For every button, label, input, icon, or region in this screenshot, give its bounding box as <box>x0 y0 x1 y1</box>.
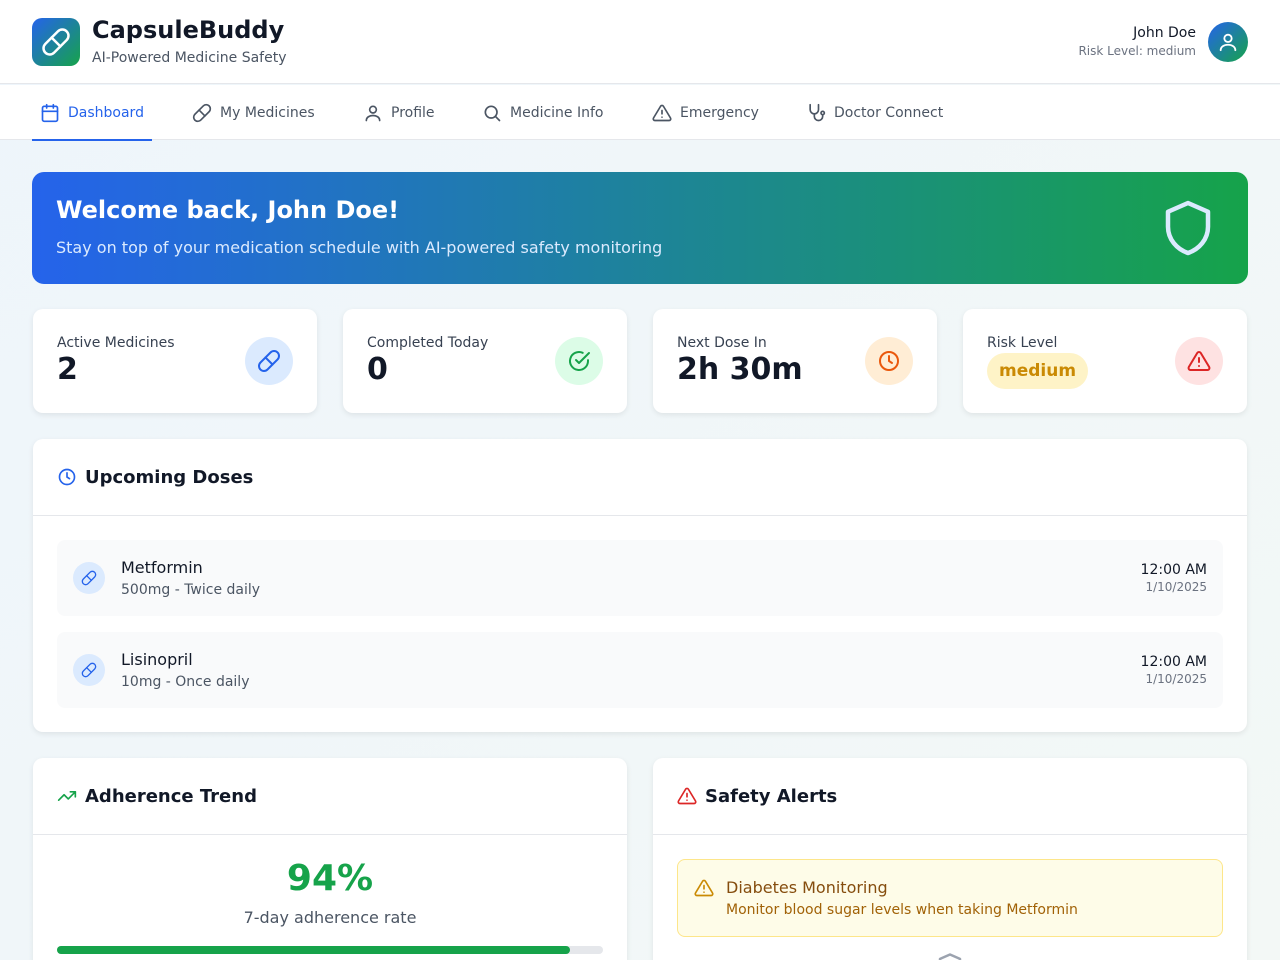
tab-label: Dashboard <box>68 104 144 121</box>
app-logo[interactable] <box>32 18 80 66</box>
tab-emergency[interactable]: Emergency <box>652 85 759 140</box>
dose-date: 1/10/2025 <box>1145 580 1207 594</box>
tab-label: Medicine Info <box>510 104 604 121</box>
dose-date: 1/10/2025 <box>1145 672 1207 686</box>
shield-icon <box>1165 200 1211 256</box>
tab-label: Emergency <box>680 104 759 121</box>
stat-value: 0 <box>367 352 388 387</box>
alert-item[interactable]: Diabetes Monitoring Monitor blood sugar … <box>677 859 1223 937</box>
warning-icon <box>1187 350 1211 371</box>
panel-header: Upcoming Doses <box>33 439 1247 516</box>
welcome-banner: Welcome back, John Doe! Stay on top of y… <box>32 172 1248 284</box>
welcome-subtitle: Stay on top of your medication schedule … <box>56 238 663 257</box>
tab-label: My Medicines <box>220 104 315 121</box>
stat-value: 2h 30m <box>677 352 803 387</box>
check-circle-icon <box>569 351 590 371</box>
stat-icon-wrap <box>245 337 293 385</box>
stat-card-next-dose: Next Dose In 2h 30m <box>653 309 937 413</box>
stat-card-risk-level: Risk Level medium <box>963 309 1247 413</box>
panel-header: Adherence Trend <box>33 758 627 835</box>
panel-title: Safety Alerts <box>705 785 838 807</box>
dose-time: 12:00 AM <box>1140 562 1207 578</box>
pill-icon <box>192 103 212 122</box>
dose-time: 12:00 AM <box>1140 654 1207 670</box>
calendar-icon <box>41 103 59 122</box>
trending-up-icon <box>57 791 77 801</box>
adherence-progress-fill <box>57 946 571 954</box>
user-icon <box>1219 33 1237 52</box>
dose-icon-wrap <box>73 562 105 594</box>
adherence-panel: Adherence Trend 94% 7-day adherence rate <box>33 758 627 960</box>
dose-item[interactable]: Metformin 500mg - Twice daily 12:00 AM 1… <box>57 540 1223 616</box>
pill-icon <box>258 350 280 372</box>
stat-icon-wrap <box>865 337 913 385</box>
dose-name: Metformin <box>121 558 203 577</box>
user-name: John Doe <box>1133 25 1196 41</box>
app-title: CapsuleBuddy <box>92 16 285 44</box>
alert-message: Monitor blood sugar levels when taking M… <box>726 902 1078 918</box>
dose-icon-wrap <box>73 654 105 686</box>
dose-name: Lisinopril <box>121 650 193 669</box>
panel-header: Safety Alerts <box>653 758 1247 835</box>
stat-icon-wrap <box>1175 337 1223 385</box>
clock-icon <box>879 351 899 371</box>
panel-title: Upcoming Doses <box>85 466 254 488</box>
tab-label: Doctor Connect <box>834 104 944 121</box>
stethoscope-icon <box>809 103 826 121</box>
user-icon <box>365 105 381 121</box>
risk-badge: medium <box>987 353 1089 389</box>
tab-my-medicines[interactable]: My Medicines <box>192 85 315 140</box>
alert-title: Diabetes Monitoring <box>726 878 888 897</box>
shield-icon <box>938 953 962 960</box>
pill-icon <box>42 28 70 56</box>
adherence-value: 94% <box>286 858 374 899</box>
clock-icon <box>58 468 76 486</box>
warning-icon <box>677 787 697 805</box>
dose-item[interactable]: Lisinopril 10mg - Once daily 12:00 AM 1/… <box>57 632 1223 708</box>
search-icon <box>484 105 501 121</box>
welcome-title: Welcome back, John Doe! <box>56 196 400 224</box>
stat-label: Completed Today <box>367 335 489 351</box>
stat-card-completed-today: Completed Today 0 <box>343 309 627 413</box>
upcoming-doses-panel: Upcoming Doses Metformin 500mg - Twice d… <box>33 439 1247 732</box>
warning-icon <box>652 104 672 121</box>
adherence-label: 7-day adherence rate <box>243 908 417 927</box>
app-header: CapsuleBuddy AI-Powered Medicine Safety … <box>0 0 1280 84</box>
tab-dashboard[interactable]: Dashboard <box>32 85 152 141</box>
stat-icon-wrap <box>555 337 603 385</box>
dose-detail: 10mg - Once daily <box>121 674 250 690</box>
stat-label: Risk Level <box>987 335 1058 351</box>
user-risk-level: Risk Level: medium <box>1078 44 1196 58</box>
tab-medicine-info[interactable]: Medicine Info <box>482 85 604 140</box>
pill-icon <box>81 570 97 586</box>
tab-profile[interactable]: Profile <box>363 85 435 140</box>
app-tagline: AI-Powered Medicine Safety <box>92 50 287 66</box>
stat-label: Next Dose In <box>677 335 767 351</box>
dose-detail: 500mg - Twice daily <box>121 582 261 598</box>
stat-label: Active Medicines <box>57 335 175 351</box>
pill-icon <box>81 662 97 678</box>
tab-doctor-connect[interactable]: Doctor Connect <box>806 85 943 140</box>
stat-value: 2 <box>57 352 78 387</box>
stat-card-active-medicines: Active Medicines 2 <box>33 309 317 413</box>
panel-title: Adherence Trend <box>85 785 257 807</box>
avatar[interactable] <box>1208 22 1248 62</box>
main-nav: Dashboard My Medicines Profile Medicine … <box>0 85 1280 141</box>
tab-label: Profile <box>391 104 435 121</box>
warning-icon <box>694 879 714 897</box>
adherence-progress-bar <box>57 946 603 954</box>
safety-alerts-panel: Safety Alerts Diabetes Monitoring Monito… <box>653 758 1247 960</box>
